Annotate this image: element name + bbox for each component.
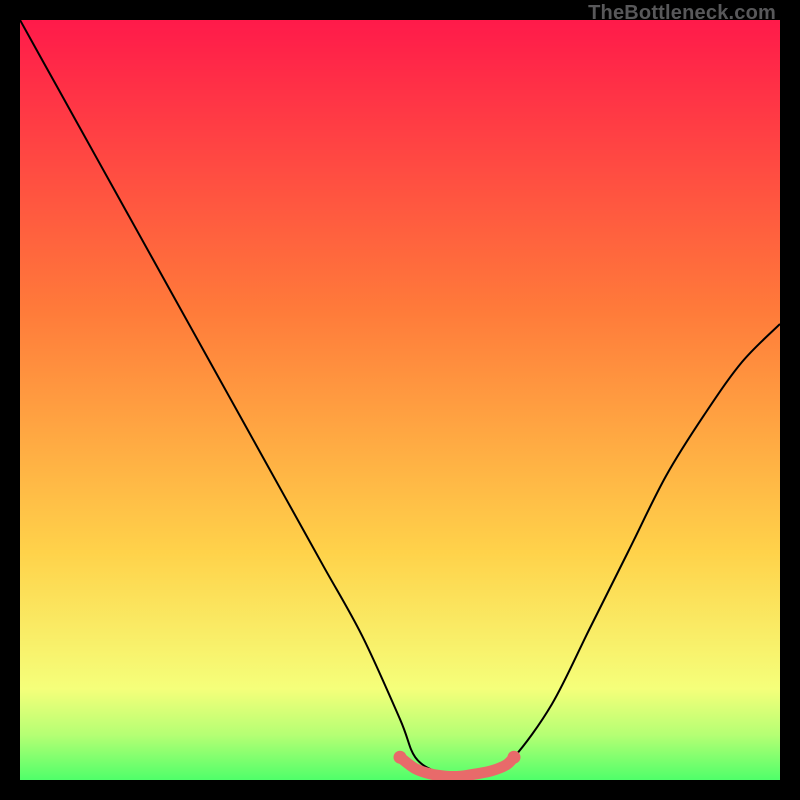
bottleneck-chart (20, 20, 780, 780)
highlight-endpoint (394, 751, 407, 764)
highlight-endpoint (508, 751, 521, 764)
gradient-background (20, 20, 780, 780)
chart-frame (20, 20, 780, 780)
watermark-text: TheBottleneck.com (588, 2, 776, 25)
